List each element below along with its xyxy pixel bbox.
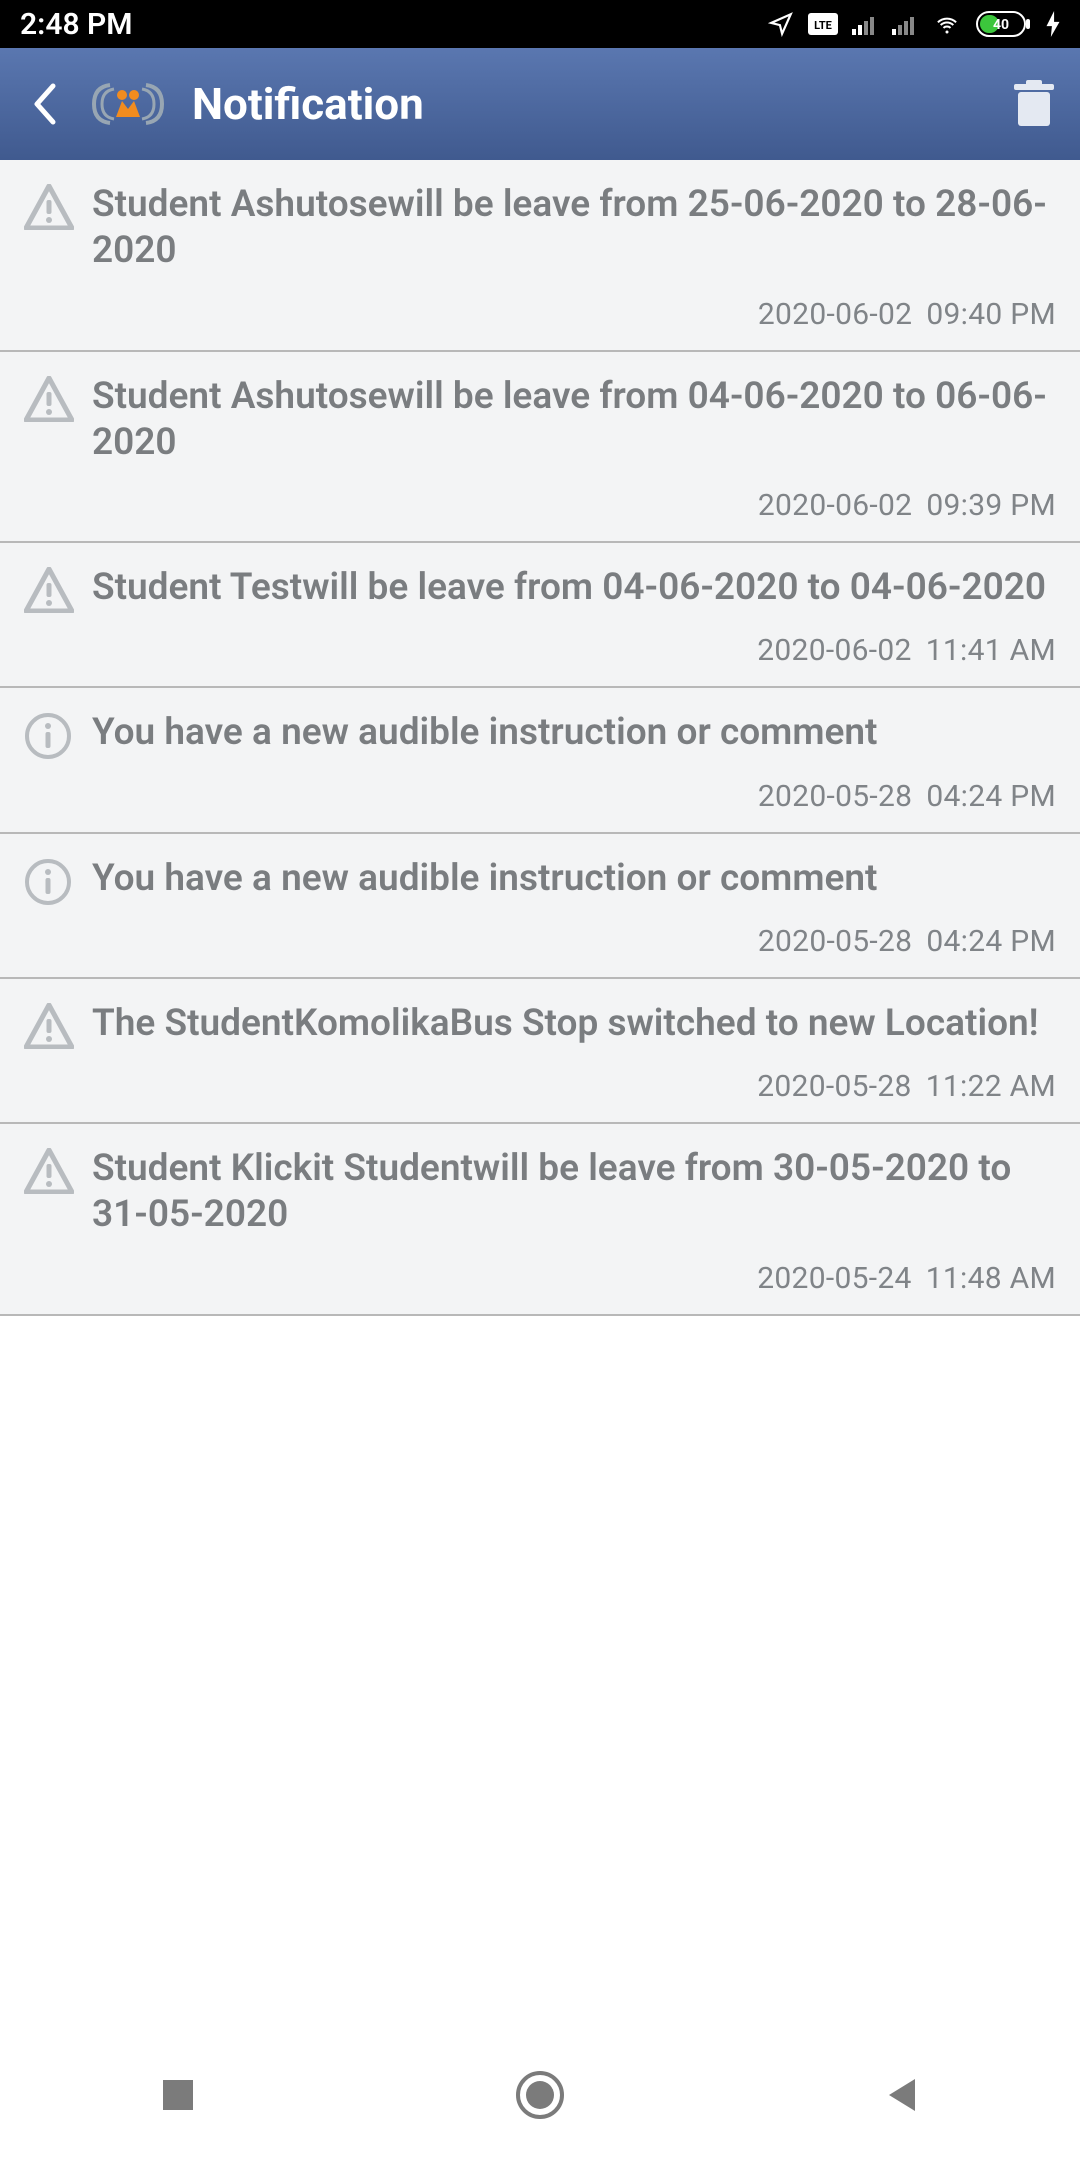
notification-time: 04:24 PM xyxy=(926,924,1056,959)
notification-item[interactable]: Student Ashutosewill be leave from 04-06… xyxy=(0,352,1080,544)
warning-icon xyxy=(24,374,84,524)
notification-time: 04:24 PM xyxy=(926,779,1056,814)
notification-body: Student Ashutosewill be leave from 04-06… xyxy=(84,374,1056,524)
notification-time: 11:48 AM xyxy=(926,1261,1056,1296)
app-logo-icon xyxy=(88,79,168,129)
back-nav-button[interactable] xyxy=(883,2075,921,2115)
home-button[interactable] xyxy=(514,2069,566,2121)
notification-body: You have a new audible instruction or co… xyxy=(84,856,1056,959)
notification-date: 2020-06-02 xyxy=(758,297,912,332)
notification-meta: 2020-05-24 11:48 AM xyxy=(92,1261,1056,1296)
notification-body: The StudentKomolikaBus Stop switched to … xyxy=(84,1001,1056,1104)
status-icons: LTE 40 xyxy=(768,11,1060,37)
notification-meta: 2020-05-28 11:22 AM xyxy=(92,1069,1056,1104)
notification-time: 09:39 PM xyxy=(926,488,1056,523)
notification-message: You have a new audible instruction or co… xyxy=(92,710,1056,756)
recent-apps-button[interactable] xyxy=(159,2076,197,2114)
warning-icon xyxy=(24,1146,84,1296)
notification-date: 2020-06-02 xyxy=(757,633,911,668)
status-time: 2:48 PM xyxy=(20,7,133,42)
location-icon xyxy=(768,11,794,37)
notification-date: 2020-05-28 xyxy=(758,924,912,959)
notification-date: 2020-05-28 xyxy=(757,1069,911,1104)
notification-item[interactable]: Student Testwill be leave from 04-06-202… xyxy=(0,543,1080,688)
notification-date: 2020-05-24 xyxy=(757,1261,911,1296)
svg-text:LTE: LTE xyxy=(814,19,832,32)
notification-body: You have a new audible instruction or co… xyxy=(84,710,1056,813)
notification-body: Student Klickit Studentwill be leave fro… xyxy=(84,1146,1056,1296)
system-nav-bar xyxy=(0,2030,1080,2160)
notification-item[interactable]: You have a new audible instruction or co… xyxy=(0,688,1080,833)
notification-meta: 2020-06-02 11:41 AM xyxy=(92,633,1056,668)
notification-meta: 2020-05-28 04:24 PM xyxy=(92,779,1056,814)
status-bar: 2:48 PM LTE 40 xyxy=(0,0,1080,48)
notification-item[interactable]: You have a new audible instruction or co… xyxy=(0,834,1080,979)
info-icon xyxy=(24,710,84,813)
notification-message: Student Ashutosewill be leave from 04-06… xyxy=(92,374,1056,467)
back-button[interactable] xyxy=(24,84,64,124)
notification-time: 09:40 PM xyxy=(926,297,1056,332)
charging-icon xyxy=(1046,11,1060,37)
notification-meta: 2020-06-02 09:40 PM xyxy=(92,297,1056,332)
warning-icon xyxy=(24,565,84,668)
notification-message: Student Testwill be leave from 04-06-202… xyxy=(92,565,1056,611)
notification-message: Student Klickit Studentwill be leave fro… xyxy=(92,1146,1056,1239)
notification-message: You have a new audible instruction or co… xyxy=(92,856,1056,902)
signal-1-icon xyxy=(852,13,878,35)
square-icon xyxy=(159,2076,197,2114)
battery-level: 40 xyxy=(993,17,1009,33)
notification-date: 2020-06-02 xyxy=(758,488,912,523)
notification-message: Student Ashutosewill be leave from 25-06… xyxy=(92,182,1056,275)
notification-date: 2020-05-28 xyxy=(758,779,912,814)
wifi-icon xyxy=(932,12,962,36)
signal-2-icon xyxy=(892,13,918,35)
app-bar: Notification xyxy=(0,48,1080,160)
notification-item[interactable]: Student Klickit Studentwill be leave fro… xyxy=(0,1124,1080,1316)
notification-item[interactable]: The StudentKomolikaBus Stop switched to … xyxy=(0,979,1080,1124)
notification-item[interactable]: Student Ashutosewill be leave from 25-06… xyxy=(0,160,1080,352)
notification-time: 11:22 AM xyxy=(926,1069,1056,1104)
notification-list[interactable]: Student Ashutosewill be leave from 25-06… xyxy=(0,160,1080,1316)
notification-body: Student Ashutosewill be leave from 25-06… xyxy=(84,182,1056,332)
warning-icon xyxy=(24,1001,84,1104)
warning-icon xyxy=(24,182,84,332)
delete-button[interactable] xyxy=(1012,76,1056,132)
trash-icon xyxy=(1014,80,1054,128)
battery-icon: 40 xyxy=(976,11,1032,37)
notification-meta: 2020-05-28 04:24 PM xyxy=(92,924,1056,959)
info-icon xyxy=(24,856,84,959)
notification-meta: 2020-06-02 09:39 PM xyxy=(92,488,1056,523)
volte-icon: LTE xyxy=(808,13,838,35)
chevron-left-icon xyxy=(31,82,57,126)
circle-icon xyxy=(514,2069,566,2121)
triangle-left-icon xyxy=(883,2075,921,2115)
notification-time: 11:41 AM xyxy=(926,633,1056,668)
notification-body: Student Testwill be leave from 04-06-202… xyxy=(84,565,1056,668)
page-title: Notification xyxy=(192,78,1012,130)
notification-message: The StudentKomolikaBus Stop switched to … xyxy=(92,1001,1056,1047)
